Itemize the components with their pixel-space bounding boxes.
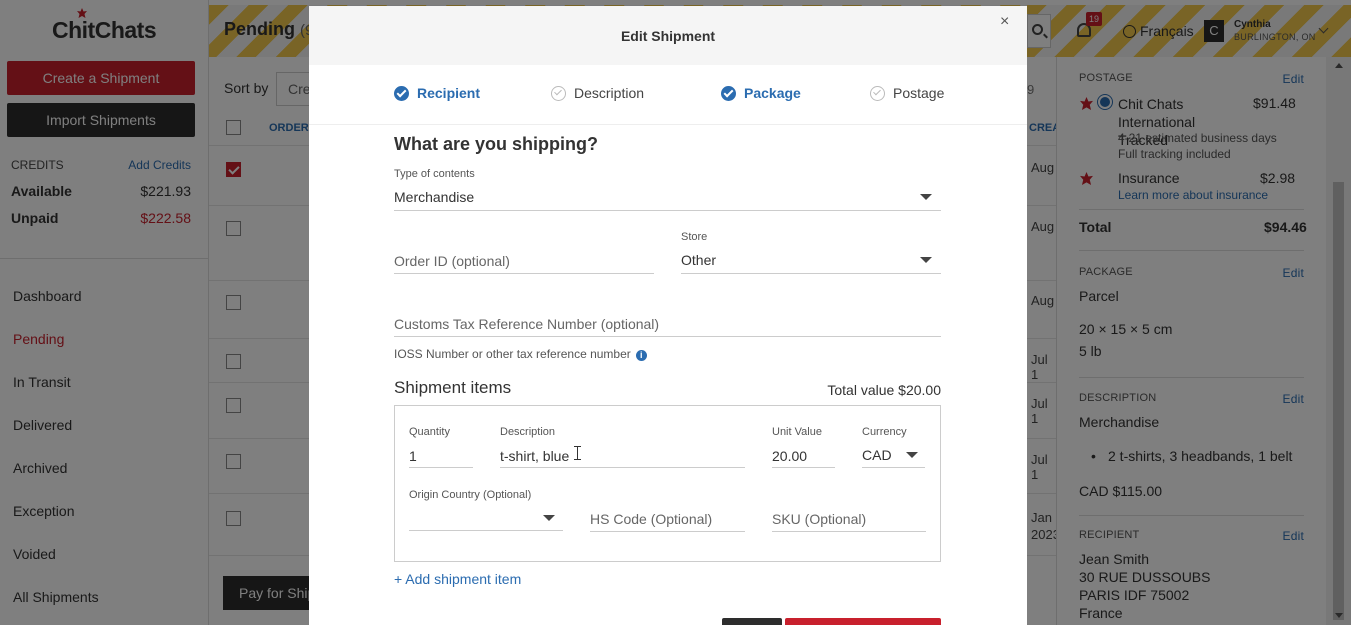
chevron-down-icon[interactable] bbox=[543, 515, 555, 521]
check-circle-icon bbox=[721, 85, 736, 101]
back-button[interactable] bbox=[722, 618, 782, 625]
contents-type-select[interactable]: Merchandise bbox=[394, 189, 474, 205]
modal-header: Edit Shipment × bbox=[309, 6, 1027, 65]
store-select[interactable]: Other bbox=[681, 252, 716, 268]
customs-tax-input[interactable]: Customs Tax Reference Number (optional) bbox=[394, 316, 659, 332]
contents-type-underline bbox=[394, 210, 941, 211]
currency-select[interactable]: CAD bbox=[862, 447, 892, 463]
ioss-help: IOSS Number or other tax reference numbe… bbox=[394, 347, 647, 361]
customs-tax-underline bbox=[394, 336, 941, 337]
close-icon[interactable]: × bbox=[1000, 13, 1009, 31]
chevron-down-icon[interactable] bbox=[920, 257, 932, 263]
save-button[interactable] bbox=[785, 618, 941, 625]
quantity-input[interactable]: 1 bbox=[409, 448, 417, 464]
edit-shipment-modal: Edit Shipment × Recipient Description Pa… bbox=[309, 6, 1027, 625]
sku-input[interactable]: SKU (Optional) bbox=[772, 511, 866, 527]
step-recipient[interactable]: Recipient bbox=[394, 85, 480, 101]
description-input[interactable]: t-shirt, blue bbox=[500, 448, 569, 464]
step-label: Description bbox=[574, 85, 645, 101]
unit-value-input[interactable]: 20.00 bbox=[772, 448, 807, 464]
step-indicator: Recipient Description Package Postage bbox=[309, 65, 1027, 125]
chevron-down-icon[interactable] bbox=[906, 452, 918, 458]
quantity-label: Quantity bbox=[409, 426, 450, 438]
text-cursor-icon bbox=[574, 446, 581, 460]
total-value: Total value $20.00 bbox=[827, 382, 941, 398]
step-package[interactable]: Package bbox=[721, 85, 801, 101]
step-label: Postage bbox=[893, 85, 945, 101]
shipment-item-card bbox=[394, 405, 941, 562]
check-circle-icon bbox=[394, 85, 409, 101]
step-postage[interactable]: Postage bbox=[870, 85, 944, 101]
ioss-help-text: IOSS Number or other tax reference numbe… bbox=[394, 347, 631, 361]
description-underline bbox=[500, 467, 745, 468]
unit-value-label: Unit Value bbox=[772, 426, 822, 438]
contents-type-label: Type of contents bbox=[394, 168, 475, 180]
store-label: Store bbox=[681, 231, 708, 243]
sku-underline bbox=[772, 531, 926, 532]
unit-value-underline bbox=[772, 467, 835, 468]
info-icon[interactable]: i bbox=[635, 350, 647, 361]
check-circle-icon bbox=[870, 85, 885, 101]
form-title: What are you shipping? bbox=[394, 134, 599, 154]
add-shipment-item-link[interactable]: + Add shipment item bbox=[394, 571, 521, 587]
currency-label: Currency bbox=[862, 426, 907, 438]
order-id-input[interactable]: Order ID (optional) bbox=[394, 253, 510, 269]
step-label: Package bbox=[744, 85, 801, 101]
step-label: Recipient bbox=[417, 85, 481, 101]
hs-code-underline bbox=[590, 531, 745, 532]
order-id-underline bbox=[394, 273, 654, 274]
shipment-items-title: Shipment items bbox=[394, 378, 512, 397]
chevron-down-icon[interactable] bbox=[920, 194, 932, 200]
currency-underline bbox=[862, 467, 925, 468]
description-label: Description bbox=[500, 426, 556, 438]
origin-country-label: Origin Country (Optional) bbox=[409, 489, 532, 501]
check-circle-icon bbox=[551, 85, 566, 101]
hs-code-input[interactable]: HS Code (Optional) bbox=[590, 511, 712, 527]
modal-title: Edit Shipment bbox=[620, 28, 716, 44]
origin-country-underline bbox=[409, 530, 563, 531]
step-description[interactable]: Description bbox=[551, 85, 644, 101]
store-underline bbox=[681, 273, 941, 274]
quantity-underline bbox=[409, 467, 473, 468]
